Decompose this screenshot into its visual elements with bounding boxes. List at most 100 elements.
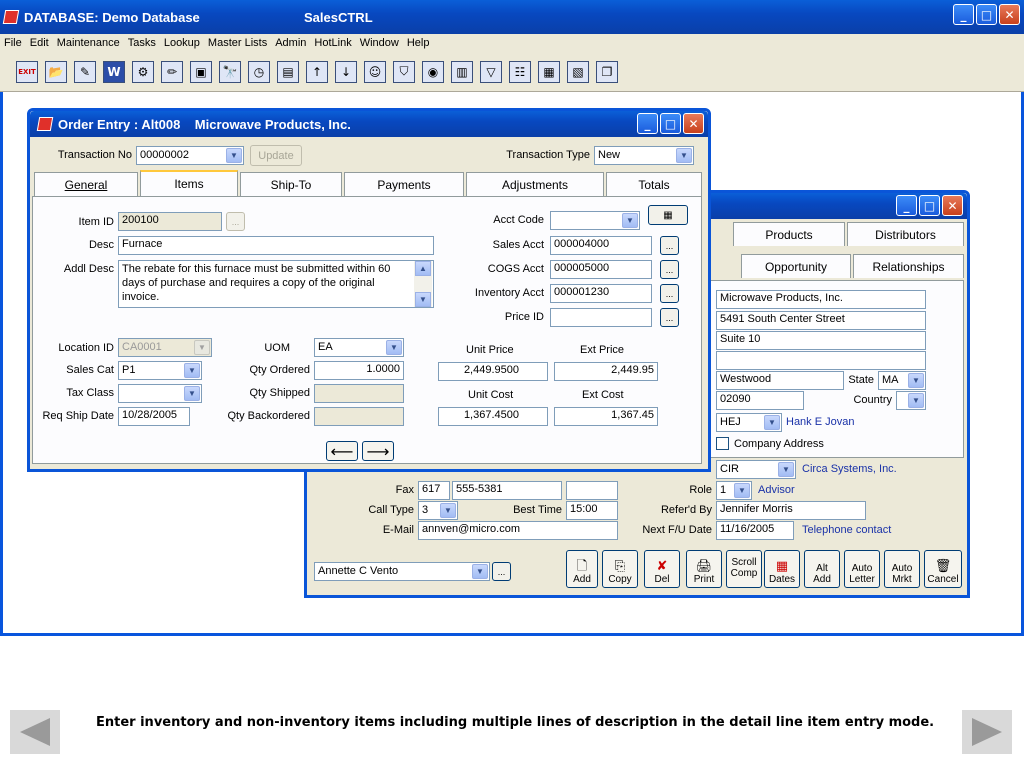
- contact-lookup-button[interactable]: ...: [492, 562, 511, 581]
- alt-add-button[interactable]: Alt Add: [804, 550, 840, 588]
- price-id-lookup-button[interactable]: ...: [660, 308, 679, 327]
- menu-window[interactable]: Window: [360, 37, 399, 49]
- auto-letter-button[interactable]: Auto Letter: [844, 550, 880, 588]
- tab-payments[interactable]: Payments: [344, 172, 464, 196]
- email-field[interactable]: annven@micro.com: [418, 521, 618, 540]
- settings-icon[interactable]: ⚙: [132, 60, 154, 83]
- tab-ship-to[interactable]: Ship-To: [240, 172, 342, 196]
- tax-class-select[interactable]: ▼: [118, 384, 202, 403]
- contact-maximize-button[interactable]: □: [919, 195, 940, 216]
- sales-cat-select[interactable]: P1 ▼: [118, 361, 202, 380]
- auto-mrkt-button[interactable]: Auto Mrkt: [884, 550, 920, 588]
- item-lookup-button[interactable]: ...: [226, 212, 245, 231]
- role-select[interactable]: 1 ▼: [716, 481, 752, 500]
- scroll-down-icon[interactable]: ▼: [415, 292, 431, 307]
- open-folder-icon[interactable]: 📂: [45, 60, 67, 83]
- binoculars-icon[interactable]: 🔭: [219, 60, 241, 83]
- cogs-acct-lookup-button[interactable]: ...: [660, 260, 679, 279]
- transaction-type-select[interactable]: New ▼: [594, 146, 694, 165]
- menu-master-lists[interactable]: Master Lists: [208, 37, 267, 49]
- city-field[interactable]: Westwood: [716, 371, 844, 390]
- spreadsheet-icon[interactable]: ▧: [567, 60, 589, 83]
- qty-backordered-field[interactable]: [314, 407, 404, 426]
- contact-icon[interactable]: ☺: [364, 60, 386, 83]
- filter-icon[interactable]: ▽: [480, 60, 502, 83]
- word-icon[interactable]: W: [103, 60, 125, 83]
- minimize-button[interactable]: _: [953, 4, 974, 25]
- close-button[interactable]: ✕: [999, 4, 1020, 25]
- next-slide-button[interactable]: [962, 710, 1012, 754]
- sales-acct-lookup-button[interactable]: ...: [660, 236, 679, 255]
- sales-acct-field[interactable]: 000004000: [550, 236, 652, 255]
- menu-maintenance[interactable]: Maintenance: [57, 37, 120, 49]
- qty-ordered-field[interactable]: 1.0000: [314, 361, 404, 380]
- tab-relationships[interactable]: Relationships: [853, 254, 964, 278]
- edit-icon[interactable]: ✎: [74, 60, 96, 83]
- delete-button[interactable]: ✘ Del: [644, 550, 680, 588]
- copy-window-icon[interactable]: ❐: [596, 60, 618, 83]
- window-icon[interactable]: ▣: [190, 60, 212, 83]
- print-button[interactable]: 🖨 Print: [686, 550, 722, 588]
- calendar-icon[interactable]: ▤: [277, 60, 299, 83]
- address1-field[interactable]: 5491 South Center Street: [716, 311, 926, 330]
- tab-general[interactable]: General: [34, 172, 138, 196]
- cogs-acct-field[interactable]: 000005000: [550, 260, 652, 279]
- contact-close-button[interactable]: ✕: [942, 195, 963, 216]
- address2-field[interactable]: Suite 10: [716, 331, 926, 350]
- order-minimize-button[interactable]: _: [637, 113, 658, 134]
- item-id-field[interactable]: 200100: [118, 212, 222, 231]
- company-field[interactable]: Microwave Products, Inc.: [716, 290, 926, 309]
- addl-desc-textarea[interactable]: The rebate for this furnace must be subm…: [118, 260, 434, 308]
- scroll-up-icon[interactable]: ▲: [415, 261, 431, 276]
- lead-source-select[interactable]: CIR ▼: [716, 460, 796, 479]
- add-button[interactable]: 🗋 Add: [566, 550, 598, 588]
- mail-icon[interactable]: ⛉: [393, 60, 415, 83]
- company-address-checkbox[interactable]: [716, 437, 729, 450]
- menu-lookup[interactable]: Lookup: [164, 37, 200, 49]
- fax-area-field[interactable]: 617: [418, 481, 450, 500]
- tab-totals[interactable]: Totals: [606, 172, 702, 196]
- ext-price-field[interactable]: 2,449.95: [554, 362, 658, 381]
- transaction-no-select[interactable]: 00000002 ▼: [136, 146, 244, 165]
- copy-button[interactable]: ⎘ Copy: [602, 550, 638, 588]
- next-line-button[interactable]: ⟶: [362, 441, 394, 461]
- best-time-field[interactable]: 15:00: [566, 501, 618, 520]
- exit-icon[interactable]: EXIT: [16, 60, 38, 83]
- menu-admin[interactable]: Admin: [275, 37, 306, 49]
- order-maximize-button[interactable]: □: [660, 113, 681, 134]
- previous-slide-button[interactable]: [10, 710, 60, 754]
- scroll-comp-button[interactable]: Scroll Comp: [726, 550, 762, 588]
- country-select[interactable]: ▼: [896, 391, 926, 410]
- tab-distributors[interactable]: Distributors: [847, 222, 964, 246]
- rep-select[interactable]: HEJ ▼: [716, 413, 782, 432]
- req-ship-date-field[interactable]: 10/28/2005: [118, 407, 190, 426]
- arrow-up-icon[interactable]: ↑: [306, 60, 328, 83]
- maximize-button[interactable]: □: [976, 4, 997, 25]
- menu-file[interactable]: File: [4, 37, 22, 49]
- notes-icon[interactable]: ✏: [161, 60, 183, 83]
- call-type-select[interactable]: 3 ▼: [418, 501, 458, 520]
- update-button[interactable]: Update: [250, 145, 302, 166]
- zip-field[interactable]: 02090: [716, 391, 804, 410]
- unit-cost-field[interactable]: 1,367.4500: [438, 407, 548, 426]
- arrow-down-icon[interactable]: ↓: [335, 60, 357, 83]
- contact-minimize-button[interactable]: _: [896, 195, 917, 216]
- inventory-acct-field[interactable]: 000001230: [550, 284, 652, 303]
- contact-name-select[interactable]: Annette C Vento ▼: [314, 562, 490, 581]
- inventory-acct-lookup-button[interactable]: ...: [660, 284, 679, 303]
- clock-icon[interactable]: ◷: [248, 60, 270, 83]
- referd-by-field[interactable]: Jennifer Morris: [716, 501, 866, 520]
- calculator-icon[interactable]: ▦: [648, 205, 688, 225]
- dates-button[interactable]: ▦ Dates: [764, 550, 800, 588]
- tab-opportunity[interactable]: Opportunity: [741, 254, 851, 278]
- menu-help[interactable]: Help: [407, 37, 430, 49]
- uom-select[interactable]: EA ▼: [314, 338, 404, 357]
- menu-hotlink[interactable]: HotLink: [314, 37, 351, 49]
- order-close-button[interactable]: ✕: [683, 113, 704, 134]
- tab-products[interactable]: Products: [733, 222, 845, 246]
- prev-line-button[interactable]: ⟵: [326, 441, 358, 461]
- address3-field[interactable]: [716, 351, 926, 370]
- fax-number-field[interactable]: 555-5381: [452, 481, 562, 500]
- desc-field[interactable]: Furnace: [118, 236, 434, 255]
- next-fu-field[interactable]: 11/16/2005: [716, 521, 794, 540]
